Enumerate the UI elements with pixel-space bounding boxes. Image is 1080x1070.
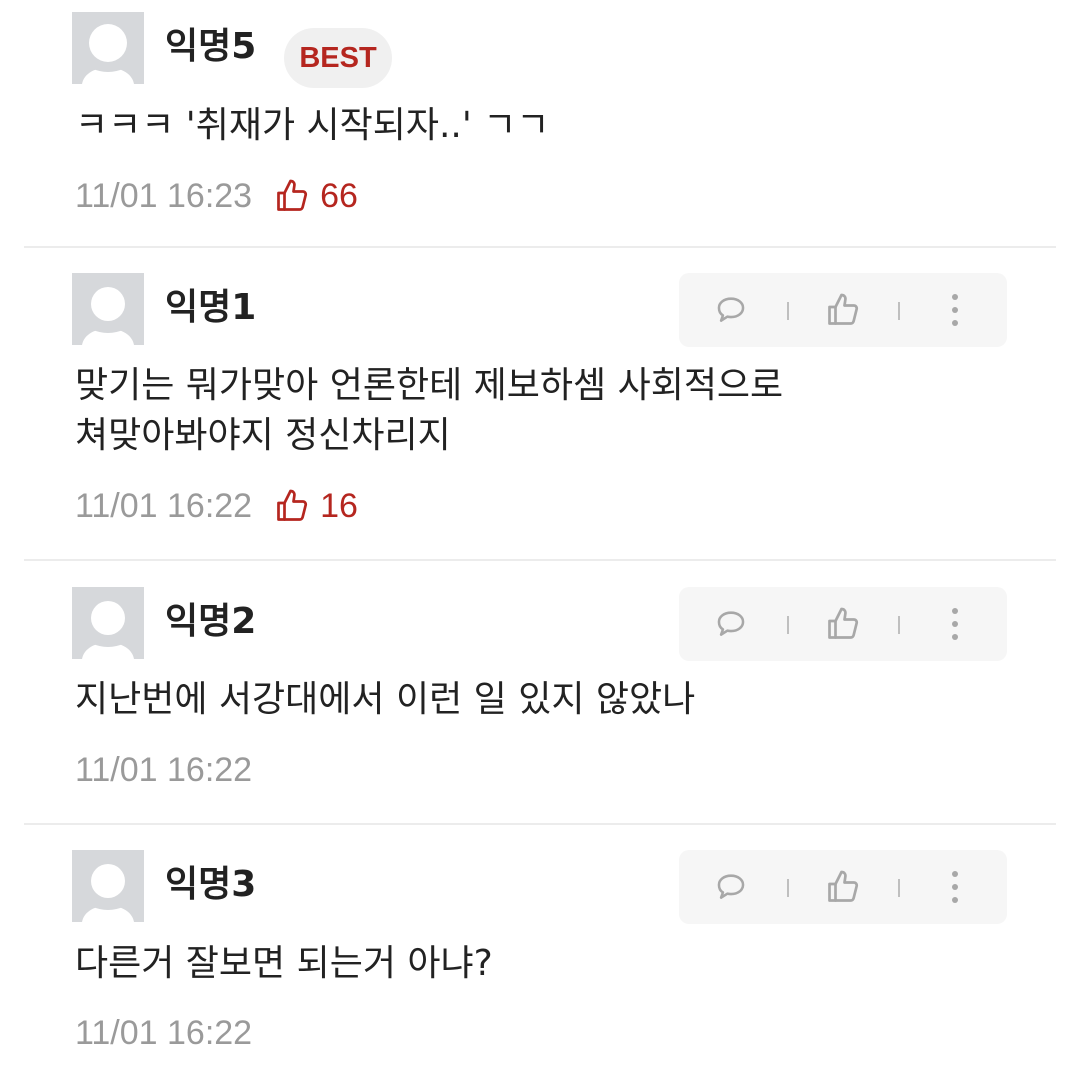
like-button[interactable] bbox=[811, 850, 875, 924]
thumbs-up-icon bbox=[828, 870, 859, 902]
reply-button[interactable] bbox=[699, 273, 763, 347]
author-name[interactable]: 익명5 bbox=[165, 22, 256, 72]
thumbs-up-icon[interactable] bbox=[274, 178, 310, 214]
timestamp: 11/01 16:23 bbox=[75, 176, 253, 215]
comment-meta: 11/01 16:22 16 bbox=[75, 481, 358, 531]
divider bbox=[24, 823, 1056, 825]
default-avatar-icon[interactable] bbox=[72, 587, 144, 659]
speech-bubble-icon bbox=[717, 874, 745, 899]
like-count: 16 bbox=[320, 486, 358, 525]
default-avatar-icon[interactable] bbox=[72, 12, 144, 84]
thumbs-up-icon bbox=[828, 607, 859, 639]
comment-meta: 11/01 16:22 bbox=[75, 745, 252, 795]
timestamp: 11/01 16:22 bbox=[75, 750, 253, 789]
action-separator bbox=[787, 616, 789, 634]
divider bbox=[24, 246, 1056, 248]
action-separator bbox=[898, 616, 900, 634]
more-button[interactable] bbox=[923, 587, 987, 661]
reply-button[interactable] bbox=[699, 587, 763, 661]
comment-body: 다른거 잘보면 되는거 아냐? bbox=[75, 943, 493, 984]
default-avatar-icon[interactable] bbox=[72, 850, 144, 922]
vertical-dots-icon bbox=[952, 871, 958, 903]
comment-action-bar bbox=[679, 273, 1007, 347]
default-avatar-icon[interactable] bbox=[72, 273, 144, 345]
like-count: 66 bbox=[320, 176, 358, 215]
more-button[interactable] bbox=[923, 273, 987, 347]
best-badge: BEST bbox=[284, 28, 392, 88]
action-separator bbox=[787, 879, 789, 897]
comment-body: 지난번에 서강대에서 이런 일 있지 않았나 bbox=[75, 679, 696, 720]
speech-bubble-icon bbox=[717, 297, 745, 322]
comment-body: ㅋㅋㅋ '취재가 시작되자..' ㄱㄱ bbox=[75, 105, 550, 146]
timestamp: 11/01 16:22 bbox=[75, 1013, 253, 1052]
action-separator bbox=[898, 879, 900, 897]
action-separator bbox=[898, 302, 900, 320]
timestamp: 11/01 16:22 bbox=[75, 486, 253, 525]
comment-body: 맞기는 뭐가맞아 언론한테 제보하셈 사회적으로 쳐맞아봐야지 정신차리지 bbox=[75, 365, 784, 456]
speech-bubble-icon bbox=[717, 611, 745, 636]
like-button[interactable] bbox=[811, 587, 875, 661]
comment-action-bar bbox=[679, 587, 1007, 661]
like-button[interactable] bbox=[811, 273, 875, 347]
comment-action-bar bbox=[679, 850, 1007, 924]
vertical-dots-icon bbox=[952, 608, 958, 640]
comment-meta: 11/01 16:22 bbox=[75, 1008, 252, 1058]
author-name[interactable]: 익명3 bbox=[165, 860, 256, 910]
author-name[interactable]: 익명1 bbox=[165, 283, 256, 333]
divider bbox=[24, 559, 1056, 561]
action-separator bbox=[787, 302, 789, 320]
vertical-dots-icon bbox=[952, 294, 958, 326]
reply-button[interactable] bbox=[699, 850, 763, 924]
thumbs-up-icon[interactable] bbox=[274, 488, 310, 524]
author-name[interactable]: 익명2 bbox=[165, 597, 256, 647]
more-button[interactable] bbox=[923, 850, 987, 924]
thumbs-up-icon bbox=[828, 293, 859, 325]
comment-meta: 11/01 16:23 66 bbox=[75, 171, 358, 221]
